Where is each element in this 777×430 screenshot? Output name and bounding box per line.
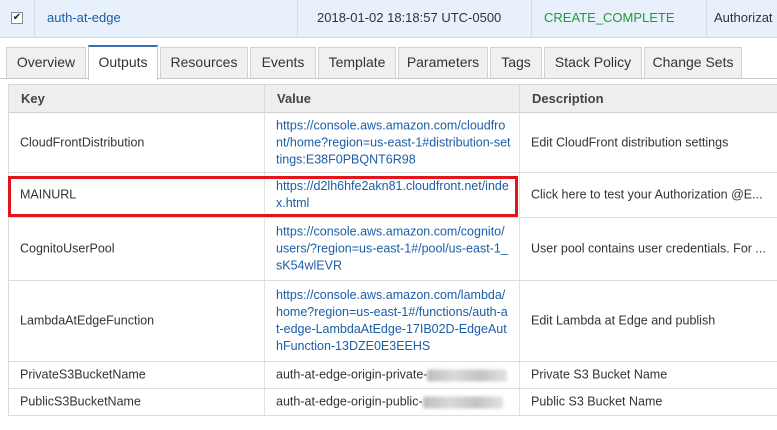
output-key: LambdaAtEdgeFunction xyxy=(20,313,155,328)
output-key: MAINURL xyxy=(20,187,77,202)
output-value-link[interactable]: https://console.aws.amazon.com/lambda/ho… xyxy=(276,287,511,355)
redacted-blur xyxy=(422,396,503,409)
column-divider xyxy=(297,0,298,38)
stack-description: Authorizat xyxy=(714,10,773,25)
tab-resources[interactable]: Resources xyxy=(160,47,248,78)
stack-checkbox[interactable]: ✔ xyxy=(11,12,23,24)
output-key: CloudFrontDistribution xyxy=(20,135,145,149)
tab-events[interactable]: Events xyxy=(250,47,316,78)
output-description: Click here to test your Authorization @E… xyxy=(531,187,763,202)
stack-row[interactable]: ✔ auth-at-edge 2018-01-02 18:18:57 UTC-0… xyxy=(0,0,777,38)
stack-status: CREATE_COMPLETE xyxy=(544,10,675,25)
output-value-link[interactable]: https://console.aws.amazon.com/cognito/u… xyxy=(276,224,511,275)
table-row: MAINURL https://d2lh6hfe2akn81.cloudfron… xyxy=(9,173,777,218)
output-key: PublicS3BucketName xyxy=(20,394,141,409)
redacted-blur xyxy=(427,369,508,382)
output-value: auth-at-edge-origin-private- xyxy=(276,367,511,384)
table-header: Key Value Description xyxy=(9,84,777,113)
tab-overview[interactable]: Overview xyxy=(6,47,86,78)
tab-template[interactable]: Template xyxy=(318,47,396,78)
output-value-link[interactable]: https://d2lh6hfe2akn81.cloudfront.net/in… xyxy=(276,178,511,212)
table-row: CognitoUserPool https://console.aws.amaz… xyxy=(9,218,777,281)
tab-outputs[interactable]: Outputs xyxy=(88,45,158,80)
stack-name-link[interactable]: auth-at-edge xyxy=(47,10,121,25)
column-header-description[interactable]: Description xyxy=(520,85,777,113)
column-header-key[interactable]: Key xyxy=(9,85,265,113)
column-divider xyxy=(531,0,532,38)
column-divider xyxy=(706,0,707,38)
outputs-table: Key Value Description CloudFrontDistribu… xyxy=(8,84,777,416)
output-description: Edit Lambda at Edge and publish xyxy=(531,313,716,328)
output-key: PrivateS3BucketName xyxy=(20,367,146,382)
output-description: Public S3 Bucket Name xyxy=(531,394,663,409)
output-key: CognitoUserPool xyxy=(20,241,115,256)
column-divider xyxy=(34,0,35,38)
tab-parameters[interactable]: Parameters xyxy=(398,47,488,78)
output-value-text: auth-at-edge-origin-public- xyxy=(276,394,423,409)
output-description: User pool contains user credentials. For… xyxy=(531,241,766,256)
stack-detail-tabs: Overview Outputs Resources Events Templa… xyxy=(0,45,777,80)
output-description: Edit CloudFront distribution settings xyxy=(531,135,729,149)
table-row: LambdaAtEdgeFunction https://console.aws… xyxy=(9,281,777,362)
stack-created-time: 2018-01-02 18:18:57 UTC-0500 xyxy=(317,10,502,25)
output-value-link[interactable]: https://console.aws.amazon.com/cloudfron… xyxy=(276,117,511,168)
table-row: PublicS3BucketName auth-at-edge-origin-p… xyxy=(9,389,777,416)
tab-change-sets[interactable]: Change Sets xyxy=(644,47,742,78)
column-header-value[interactable]: Value xyxy=(265,85,520,113)
tab-stack-policy[interactable]: Stack Policy xyxy=(544,47,642,78)
table-row: CloudFrontDistribution https://console.a… xyxy=(9,113,777,173)
table-row: PrivateS3BucketName auth-at-edge-origin-… xyxy=(9,362,777,389)
tab-tags[interactable]: Tags xyxy=(490,47,542,78)
output-value: auth-at-edge-origin-public- xyxy=(276,394,511,411)
output-value-text: auth-at-edge-origin-private- xyxy=(276,367,428,382)
output-description: Private S3 Bucket Name xyxy=(531,367,668,382)
